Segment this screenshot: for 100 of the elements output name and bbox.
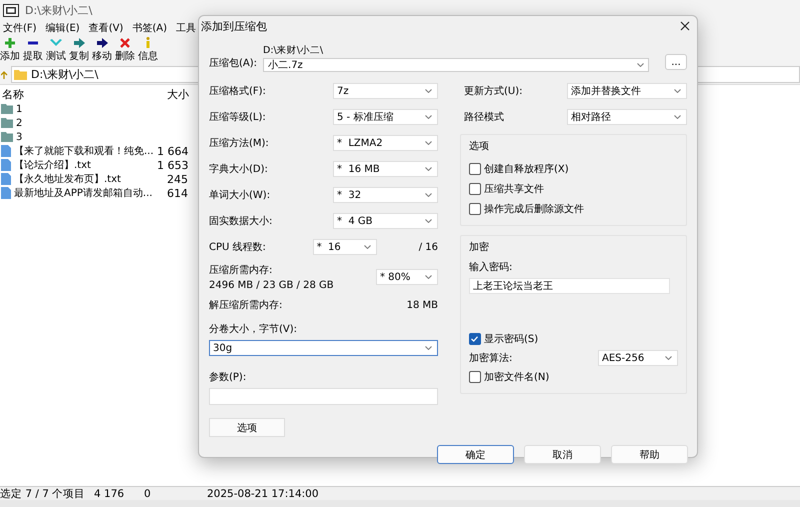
checkbox[interactable] bbox=[468, 371, 481, 383]
checkbox-label: 操作完成后删除源文件 bbox=[484, 202, 584, 216]
checkbox-label: 加密文件名(N) bbox=[484, 370, 550, 384]
file-name[interactable]: 2 bbox=[16, 118, 22, 128]
dialog-button[interactable]: 取消 bbox=[524, 445, 601, 464]
file-name[interactable]: 【永久地址发布页】.txt bbox=[14, 172, 121, 186]
document-icon bbox=[1, 145, 11, 157]
dropdown[interactable]: * 32 bbox=[332, 187, 438, 203]
field-label: 压缩方法(M): bbox=[209, 136, 269, 150]
status-text: 4 176 bbox=[93, 488, 126, 500]
dialog-button[interactable]: 帮助 bbox=[611, 445, 688, 464]
checkbox[interactable] bbox=[468, 333, 481, 345]
group-title: 加密 bbox=[468, 242, 489, 253]
field-label: 压缩等级(L): bbox=[209, 110, 266, 124]
memory-value: 18 MB bbox=[406, 300, 438, 310]
file-name[interactable]: 最新地址及APP请发邮箱自动... bbox=[14, 186, 152, 200]
folder-icon bbox=[1, 132, 13, 142]
document-icon bbox=[1, 173, 11, 185]
folder-icon bbox=[14, 70, 27, 80]
menu-item[interactable]: 查看(V) bbox=[88, 20, 124, 34]
chevron-icon bbox=[674, 89, 681, 93]
folder-icon bbox=[1, 118, 13, 128]
menu-item[interactable]: 工具 bbox=[176, 20, 196, 34]
status-text: 选定 7 / 7 个项目 bbox=[0, 486, 86, 500]
checkbox[interactable] bbox=[468, 203, 481, 215]
field-label: 路径模式 bbox=[464, 110, 504, 124]
chevron-icon bbox=[665, 356, 672, 360]
options-button[interactable]: 选项 bbox=[209, 418, 285, 437]
toolbar-button[interactable]: 删除 bbox=[115, 37, 135, 63]
toolbar-button[interactable]: 测试 bbox=[46, 37, 66, 63]
file-size: 1 653 bbox=[157, 158, 188, 172]
field-label: 字典大小(D): bbox=[209, 162, 268, 176]
info-icon bbox=[144, 37, 152, 48]
field-label: 分卷大小，字节(V): bbox=[209, 322, 298, 336]
parameters-field[interactable] bbox=[209, 388, 438, 405]
chevron-icon bbox=[424, 275, 432, 279]
plus-icon bbox=[5, 38, 15, 48]
dropdown[interactable]: * LZMA2 bbox=[332, 135, 438, 151]
column-header[interactable]: 大小 bbox=[162, 87, 189, 102]
dialog-button[interactable]: 确定 bbox=[437, 445, 514, 464]
field-label: 固实数据大小: bbox=[209, 214, 272, 228]
field-label: 单词大小(W): bbox=[209, 188, 270, 202]
dialog-title: 添加到压缩包 bbox=[201, 18, 267, 34]
field-label: 加密算法: bbox=[468, 352, 512, 365]
arrow-icon bbox=[96, 38, 108, 48]
field-label: 更新方式(U): bbox=[464, 84, 522, 98]
document-icon bbox=[1, 159, 11, 171]
checkbox[interactable] bbox=[468, 183, 481, 195]
checkbox[interactable] bbox=[468, 163, 481, 175]
toolbar-button[interactable]: 添加 bbox=[0, 37, 20, 63]
toolbar-button[interactable]: 移动 bbox=[92, 37, 112, 63]
toolbar-button[interactable]: 信息 bbox=[138, 37, 158, 63]
file-name[interactable]: 【来了就能下载和观看！纯免... bbox=[14, 144, 154, 158]
archive-name-field[interactable]: 小二.7z bbox=[263, 58, 649, 72]
window-title: D:\来财\小二\ bbox=[25, 2, 92, 18]
dropdown[interactable]: 相对路径 bbox=[567, 109, 687, 125]
arrow-icon bbox=[74, 38, 84, 48]
document-icon bbox=[1, 187, 11, 199]
field-label: 输入密码: bbox=[468, 260, 514, 274]
toolbar-button[interactable]: 提取 bbox=[23, 37, 43, 63]
menu-item[interactable]: 书签(A) bbox=[132, 20, 167, 34]
browse-button[interactable]: ... bbox=[665, 54, 687, 70]
dropdown[interactable]: * 80% bbox=[376, 269, 438, 285]
chevron-icon bbox=[424, 141, 432, 145]
dropdown[interactable]: 7z bbox=[332, 83, 438, 99]
menu-item[interactable]: 编辑(E) bbox=[46, 20, 80, 34]
password-field[interactable]: 上老王论坛当老王 bbox=[468, 278, 670, 294]
chevron-icon bbox=[364, 245, 371, 249]
group-title: 选项 bbox=[468, 141, 489, 152]
dropdown[interactable]: AES-256 bbox=[598, 350, 678, 366]
dropdown[interactable]: * 16 MB bbox=[332, 161, 438, 177]
file-size: 1 664 bbox=[157, 144, 188, 158]
checkbox-label: 显示密码(S) bbox=[484, 332, 538, 346]
file-name[interactable]: 1 bbox=[16, 104, 22, 114]
file-name[interactable]: 3 bbox=[16, 132, 22, 142]
arrow-icon[interactable] bbox=[1, 70, 8, 78]
field-label: 解压缩所需内存: bbox=[209, 298, 282, 312]
menu-item[interactable]: 文件(F) bbox=[3, 20, 37, 34]
dropdown[interactable]: * 4 GB bbox=[332, 213, 438, 229]
column-header[interactable]: 名称 bbox=[0, 87, 162, 102]
thread-total: / 16 bbox=[418, 242, 438, 252]
field-label: 参数(P): bbox=[209, 370, 248, 384]
file-size: 245 bbox=[166, 172, 188, 186]
chevron-icon bbox=[50, 38, 62, 48]
field-label: 压缩包(A): bbox=[209, 56, 258, 71]
dropdown[interactable]: 5 - 标准压缩 bbox=[332, 109, 438, 125]
close-icon[interactable] bbox=[679, 20, 691, 32]
checkbox-label: 创建自释放程序(X) bbox=[484, 162, 569, 176]
dropdown[interactable]: 30g bbox=[209, 340, 438, 356]
folder-icon bbox=[1, 104, 13, 114]
dropdown[interactable]: * 16 bbox=[312, 239, 377, 255]
field-label: CPU 线程数: bbox=[209, 240, 266, 254]
chevron-icon bbox=[424, 115, 432, 119]
chevron-icon bbox=[424, 89, 432, 93]
status-text: 0 bbox=[143, 488, 152, 500]
dropdown[interactable]: 添加并替换文件 bbox=[567, 83, 687, 99]
folder-path: D:\来财\小二\ bbox=[263, 44, 324, 57]
file-size: 614 bbox=[166, 186, 188, 200]
file-name[interactable]: 【论坛介绍】.txt bbox=[14, 158, 91, 172]
toolbar-button[interactable]: 复制 bbox=[69, 37, 89, 63]
